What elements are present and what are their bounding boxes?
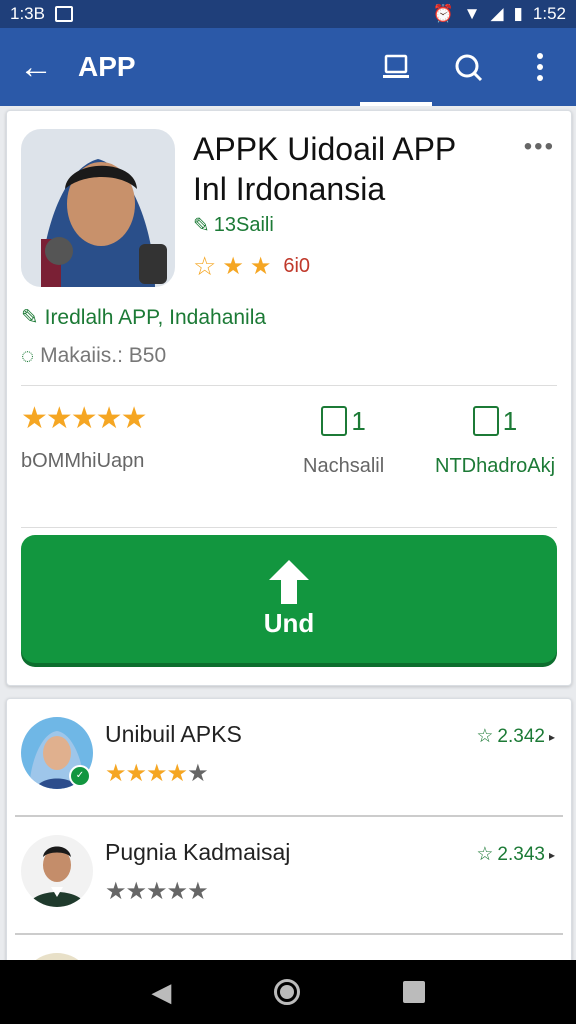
stat-category[interactable]: 1 NTDhadroAkj [435,401,555,478]
system-nav-bar: ◀ [0,960,576,1024]
back-triangle-icon[interactable]: ◀ [151,977,171,1008]
subcount-text: 13Saili [213,214,274,236]
stat-category-label: NTDhadroAkj [435,455,556,477]
stat-downloads-value: 1 [351,405,366,436]
list-item-name: Unibuil APKS [105,721,242,747]
stat-downloads[interactable]: 1 Nachsalil [303,401,384,478]
users-icon: ✎ [193,215,210,237]
back-button[interactable]: ← [0,28,72,106]
rating-value: 6i0 [283,255,311,277]
star-outline-icon: ☆ [476,844,494,865]
related-apps-card: ✓ Unibuil APKS ★★★★★ ☆ 2.342 ▸ Pugnia Ka… [6,698,572,968]
battery-icon: ▮ [513,4,523,23]
star-icon: ★ [222,253,244,280]
stat-rating[interactable]: ★★★★★ bOMMhiUapn [21,401,147,473]
download-box-icon [321,406,348,436]
alarm-icon: ⏰ [432,4,454,23]
subcount-row: ✎ 13Saili [193,213,274,238]
arrow-back-icon: ← [19,47,53,86]
device-button[interactable] [360,28,432,106]
chat-icon: ◌ [21,343,35,368]
laptop-icon [383,54,409,78]
app-name-line2: Inl Irdonansia [193,171,386,207]
status-time-left: 1:3B [10,4,45,23]
app-bar: ← APP [0,28,576,106]
status-bar: 1:3B ⏰ ▼ ◢ ▮ 1:52 [0,0,576,28]
recents-square-icon[interactable] [402,981,425,1003]
bookmark-box-icon [472,406,499,436]
publisher-row[interactable]: ✎ Iredlalh APP, Indahanila [21,305,266,330]
list-item[interactable]: ✓ Unibuil APKS ★★★★★ ☆ 2.342 ▸ [7,699,571,817]
rating-row: ☆ ★ ★ 6i0 [193,251,310,282]
search-icon [455,54,483,82]
signal-icon: ◢ [490,4,504,23]
star-icon: ★ [249,253,272,280]
home-circle-icon[interactable] [273,979,300,1005]
list-item-meta-value: 2.343 [497,843,545,865]
app-detail-card: APPK Uidoail APP Inl Irdonansia ••• ✎ 13… [6,110,572,686]
stat-category-value: 1 [502,405,518,436]
app-name-line1: APPK Uidoail APP [193,131,457,167]
list-item-meta-value: 2.342 [497,725,545,747]
install-button[interactable]: Und [21,535,557,663]
stat-downloads-label: Nachsalil [303,455,385,477]
publisher-text: Iredlalh APP, Indahanila [44,305,267,329]
size-text: Makaiis.: B50 [40,344,167,367]
divider [21,527,557,528]
star-outline-icon: ☆ [476,726,494,747]
rating-stars: ★★★★★ [21,402,147,435]
size-row: ◌ Makaiis.: B50 [21,343,166,369]
notification-icon [54,6,73,22]
upload-arrow-icon [269,559,309,604]
stat-rating-label: bOMMhiUapn [21,450,145,472]
app-icon [21,129,175,287]
divider [21,385,557,386]
list-item-meta: ☆ 2.343 ▸ [476,843,555,866]
list-item-stars: ★★★★★ [105,760,209,787]
app-bar-title: APP [78,51,136,82]
developer-icon: ✎ [21,306,39,329]
more-vert-icon [537,53,543,81]
more-horiz-icon[interactable]: ••• [524,133,555,161]
avatar [21,835,93,907]
stats-row: ★★★★★ bOMMhiUapn 1 Nachsalil 1 NTDhadroA… [7,401,571,491]
status-time-right: 1:52 [532,4,566,23]
verified-badge-icon: ✓ [69,765,91,787]
chevron-right-icon: ▸ [548,847,555,862]
wifi-icon: ▼ [463,4,481,23]
install-label: Und [263,607,315,638]
overflow-menu-button[interactable] [504,28,576,106]
chevron-right-icon: ▸ [548,729,555,744]
list-item-meta: ☆ 2.342 ▸ [476,725,555,748]
list-item-name: Pugnia Kadmaisaj [105,839,291,865]
list-item[interactable]: Pugnia Kadmaisaj ★★★★★ ☆ 2.343 ▸ [7,817,571,935]
list-item-stars: ★★★★★ [105,878,209,905]
star-outline-icon: ☆ [193,251,217,281]
search-button[interactable] [432,28,504,106]
